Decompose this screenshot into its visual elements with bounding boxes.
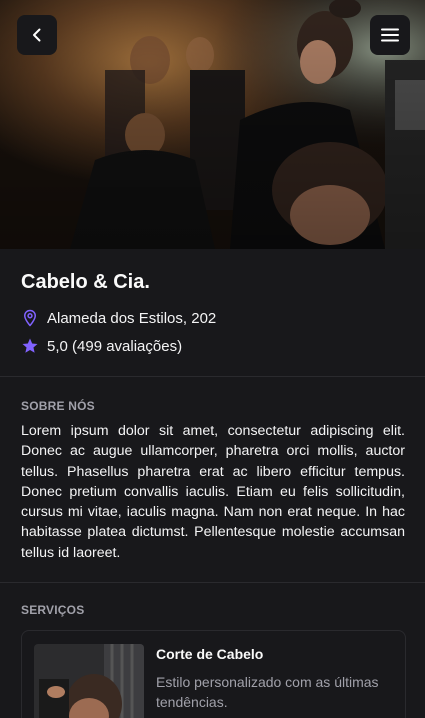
menu-button[interactable] xyxy=(370,15,410,55)
star-icon xyxy=(21,337,39,355)
services-section: SERVIÇOS Corte de Cabelo Estilo personal… xyxy=(0,583,425,718)
chevron-left-icon xyxy=(33,28,41,42)
shop-rating: 5,0 (499 avaliações) xyxy=(21,337,182,355)
menu-icon xyxy=(381,28,399,42)
back-button[interactable] xyxy=(17,15,57,55)
shop-name: Cabelo & Cia. xyxy=(21,271,150,293)
barbershop-photo xyxy=(0,0,425,249)
about-text: Lorem ipsum dolor sit amet, consectetur … xyxy=(21,423,405,561)
about-section: SOBRE NÓS Lorem ipsum dolor sit amet, co… xyxy=(0,377,425,583)
rating-text: 5,0 (499 avaliações) xyxy=(47,337,183,355)
address-text: Alameda dos Estilos, 202 xyxy=(47,309,217,327)
map-pin-icon xyxy=(21,309,39,327)
service-description: Estilo personalizado com as últimas tend… xyxy=(156,674,379,710)
hero-image xyxy=(0,0,425,249)
service-name: Corte de Cabelo xyxy=(156,646,264,662)
shop-info: Cabelo & Cia. Alameda dos Estilos, 202 5… xyxy=(0,249,425,377)
service-card[interactable]: Corte de Cabelo Estilo personalizado com… xyxy=(21,630,406,718)
shop-address: Alameda dos Estilos, 202 xyxy=(21,309,216,327)
service-image xyxy=(34,644,144,718)
about-heading: SOBRE NÓS xyxy=(21,399,95,413)
services-heading: SERVIÇOS xyxy=(21,603,85,617)
